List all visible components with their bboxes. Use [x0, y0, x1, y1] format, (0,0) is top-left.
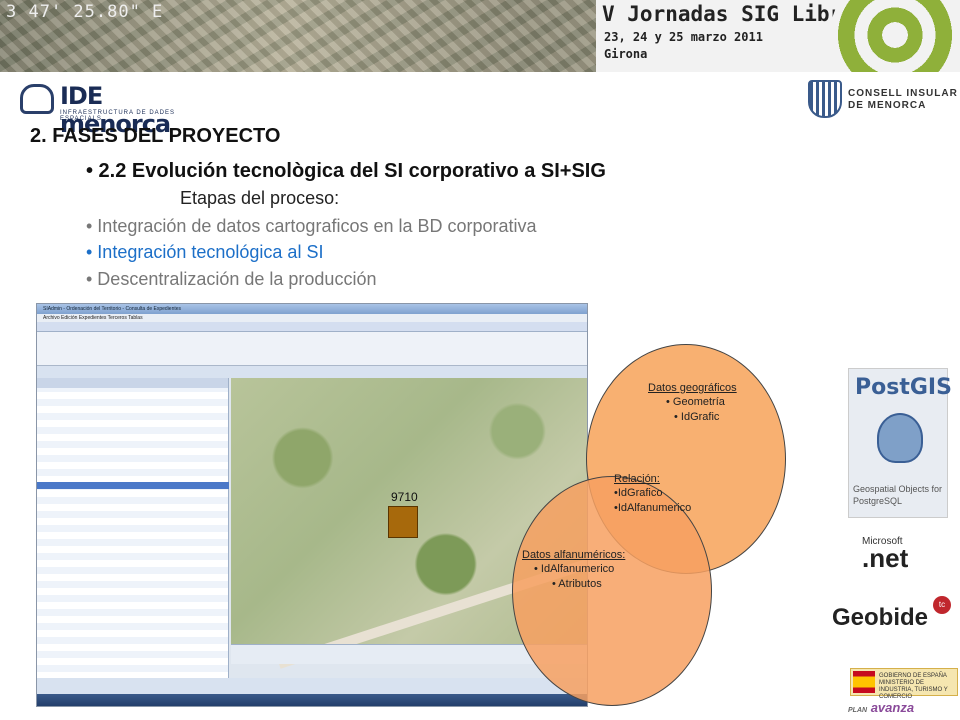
app-screenshot: SIAdmin - Ordenación del Territorio - Co…	[36, 303, 588, 707]
geobide-name: Geobide	[832, 604, 929, 631]
alfa-item-idalfanumerico: • IdAlfanumerico	[534, 563, 615, 575]
consell-seal-icon	[808, 80, 842, 118]
alfa-title: Datos alfanuméricos:	[522, 549, 626, 561]
relation-item-idalfanumerico: •IdAlfanumerico	[614, 502, 692, 514]
geobide-logo: Geobide tc	[828, 592, 958, 638]
action-button-row	[37, 366, 587, 378]
relation-item-idgrafico: •IdGrafico	[614, 487, 663, 499]
ide-logo-subtitle: INFRAESTRUCTURA DE DADES ESPACIALS	[60, 110, 176, 122]
postgis-subtitle: Geospatial Objects for PostgreSQL	[853, 484, 943, 506]
postgis-logo: PostGIS Geospatial Objects for PostgreSQ…	[848, 368, 952, 518]
ide-menorca-logo: IDE menorca INFRAESTRUCTURA DE DADES ESP…	[20, 82, 200, 138]
geo-item-idgrafic: • IdGrafic	[674, 411, 720, 423]
target-logo-icon	[830, 0, 960, 72]
gobierno-text: GOBIERNO DE ESPAÑA MINISTERIO DE INDUSTR…	[879, 673, 948, 700]
header-banner: 3 47' 25.80" E V Jornadas SIG Libre 23, …	[0, 0, 960, 72]
slide-heading: 2. FASES DEL PROYECTO	[30, 125, 281, 147]
parcel-polygon	[388, 506, 418, 538]
event-place: Girona	[604, 47, 648, 61]
filter-panel	[37, 332, 587, 366]
slide-subheading: • 2.2 Evolución tecnològica del SI corpo…	[86, 160, 606, 182]
alfa-item-atributos: • Atributos	[552, 578, 602, 590]
consell-line2: DE MENORCA	[848, 100, 927, 111]
spain-flag-icon	[853, 671, 875, 693]
geo-item-geometria: • Geometría	[666, 396, 725, 408]
banner-coordinates: 3 47' 25.80" E	[6, 2, 164, 22]
app-bottom-bar	[37, 678, 587, 694]
ide-mark-icon	[20, 84, 54, 114]
event-title: V Jornadas SIG Libre	[602, 2, 855, 26]
app-toolbar	[37, 322, 587, 332]
gobierno-logo: GOBIERNO DE ESPAÑA MINISTERIO DE INDUSTR…	[850, 668, 958, 700]
app-menubar: Archivo Edición Expedientes Terceros Tab…	[37, 314, 587, 322]
geo-title: Datos geográficos	[648, 382, 737, 394]
postgis-title: PostGIS	[855, 375, 952, 400]
records-table	[37, 378, 229, 678]
plan-avanza-logo: PLAN avanza	[848, 700, 914, 715]
selected-row	[37, 482, 229, 489]
dotnet-name: .net	[862, 543, 909, 573]
dotnet-logo: Microsoft .net	[862, 536, 952, 576]
avanza-label: avanza	[870, 700, 915, 715]
app-titlebar: SIAdmin - Ordenación del Territorio - Co…	[37, 304, 587, 314]
bullet-integracion-tecnologica: • Integración tecnológica al SI	[86, 242, 324, 262]
plan-label: PLAN	[848, 707, 868, 714]
event-dates: 23, 24 y 25 marzo 2011	[604, 30, 763, 44]
etapas-label: Etapas del proceso:	[180, 188, 340, 208]
relation-title: Relación:	[614, 473, 660, 485]
consell-line1: CONSELL INSULAR	[848, 88, 958, 99]
os-taskbar	[37, 694, 587, 706]
parcel-label: 9710	[391, 490, 418, 504]
consell-insular-logo: CONSELL INSULAR DE MENORCA	[808, 80, 958, 120]
bullet-descentralizacion: • Descentralización de la producción	[86, 269, 377, 289]
table-header	[37, 378, 228, 388]
bullet-integracion-datos: • Integración de datos cartograficos en …	[86, 216, 537, 236]
venn-diagram: Datos geográficos • Geometría • IdGrafic…	[510, 340, 786, 706]
elephant-icon	[877, 413, 923, 463]
geobide-badge: tc	[933, 596, 951, 614]
